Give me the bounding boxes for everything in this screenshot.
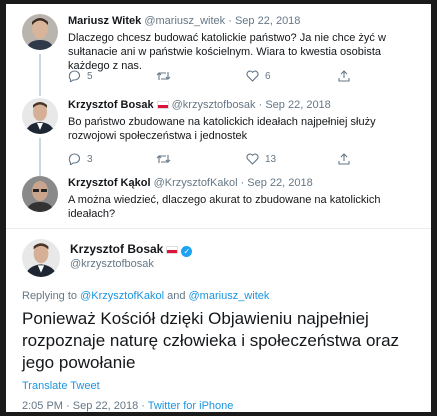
- handle[interactable]: @krzysztofbosak: [172, 99, 256, 111]
- handle[interactable]: @mariusz_witek: [144, 15, 225, 27]
- reply-button[interactable]: 3: [68, 153, 93, 165]
- tweet-meta: 2:05 PM · Sep 22, 2018 · Twitter for iPh…: [22, 400, 233, 412]
- display-name[interactable]: Krzysztof Kąkol: [68, 177, 151, 189]
- like-count: 13: [265, 153, 277, 165]
- main-tweet-header: Krzysztof Bosak ✓: [70, 242, 193, 257]
- tweet-source[interactable]: Twitter for iPhone: [148, 400, 234, 412]
- replying-and: and: [167, 290, 186, 302]
- tweet-text: Bo państwo zbudowane na katolickich idea…: [68, 116, 376, 142]
- reply-count: 3: [87, 153, 93, 165]
- flag-icon: [166, 246, 179, 254]
- like-icon: [246, 153, 259, 165]
- replying-user-link[interactable]: @KrzysztofKakol: [80, 290, 164, 302]
- thread-line: [39, 90, 41, 96]
- like-button[interactable]: 13: [246, 153, 276, 165]
- replying-user-link[interactable]: @mariusz_witek: [189, 290, 270, 302]
- reply-icon: [68, 70, 81, 82]
- tweet-mariusz-witek[interactable]: Mariusz Witek @mariusz_witek · Sep 22, 2…: [6, 4, 431, 90]
- thread-line: [39, 54, 41, 90]
- tweet-text: Dlaczego chcesz budować katolickie państ…: [68, 32, 386, 72]
- reply-icon: [68, 153, 81, 165]
- reply-count: 5: [87, 70, 93, 82]
- avatar[interactable]: [22, 176, 58, 212]
- timestamp[interactable]: · Sep 22, 2018: [241, 177, 313, 189]
- retweet-icon: [156, 72, 171, 80]
- tweet-krzysztof-bosak[interactable]: Krzysztof Bosak @krzysztofbosak · Sep 22…: [6, 90, 431, 172]
- flag-icon: [156, 101, 169, 109]
- main-tweet: Krzysztof Bosak ✓ @krzysztofbosak Replyin…: [6, 229, 431, 412]
- replying-to: Replying to @KrzysztofKakol and @mariusz…: [22, 290, 269, 302]
- display-name[interactable]: Krzysztof Bosak: [68, 99, 154, 111]
- handle[interactable]: @KrzysztofKakol: [154, 177, 238, 189]
- like-count: 6: [265, 70, 271, 82]
- retweet-button[interactable]: [156, 153, 177, 165]
- like-icon: [246, 70, 259, 82]
- timestamp[interactable]: · Sep 22, 2018: [228, 15, 300, 27]
- tweet-thread: Mariusz Witek @mariusz_witek · Sep 22, 2…: [6, 4, 431, 412]
- replying-prefix: Replying to: [22, 290, 78, 302]
- main-tweet-text: Ponieważ Kościół dzięki Objawieniu najpe…: [22, 309, 400, 372]
- share-button[interactable]: [338, 153, 350, 165]
- share-icon: [338, 70, 350, 82]
- avatar[interactable]: [22, 239, 60, 277]
- retweet-icon: [156, 155, 171, 163]
- tweet-header: Krzysztof Bosak @krzysztofbosak · Sep 22…: [68, 99, 331, 111]
- display-name[interactable]: Krzysztof Bosak: [70, 242, 163, 256]
- handle[interactable]: @krzysztofbosak: [70, 258, 154, 270]
- avatar[interactable]: [22, 98, 58, 134]
- reply-button[interactable]: 5: [68, 70, 93, 82]
- thread-line: [39, 138, 41, 172]
- tweet-header: Krzysztof Kąkol @KrzysztofKakol · Sep 22…: [68, 177, 313, 189]
- tweet-krzysztof-kakol[interactable]: Krzysztof Kąkol @KrzysztofKakol · Sep 22…: [6, 172, 431, 228]
- retweet-button[interactable]: [156, 70, 177, 82]
- translate-tweet-link[interactable]: Translate Tweet: [22, 380, 100, 392]
- like-button[interactable]: 6: [246, 70, 271, 82]
- share-button[interactable]: [338, 70, 350, 82]
- share-icon: [338, 153, 350, 165]
- tweet-time[interactable]: 2:05 PM: [22, 400, 63, 412]
- tweet-header: Mariusz Witek @mariusz_witek · Sep 22, 2…: [68, 15, 300, 27]
- tweet-date[interactable]: · Sep 22, 2018 ·: [66, 400, 145, 412]
- tweet-text: A można wiedzieć, dlaczego akurat to zbu…: [68, 194, 381, 220]
- main-tweet-handle-row: @krzysztofbosak: [70, 258, 154, 270]
- avatar[interactable]: [22, 14, 58, 50]
- display-name[interactable]: Mariusz Witek: [68, 15, 141, 27]
- verified-icon: ✓: [181, 246, 193, 257]
- timestamp[interactable]: · Sep 22, 2018: [259, 99, 331, 111]
